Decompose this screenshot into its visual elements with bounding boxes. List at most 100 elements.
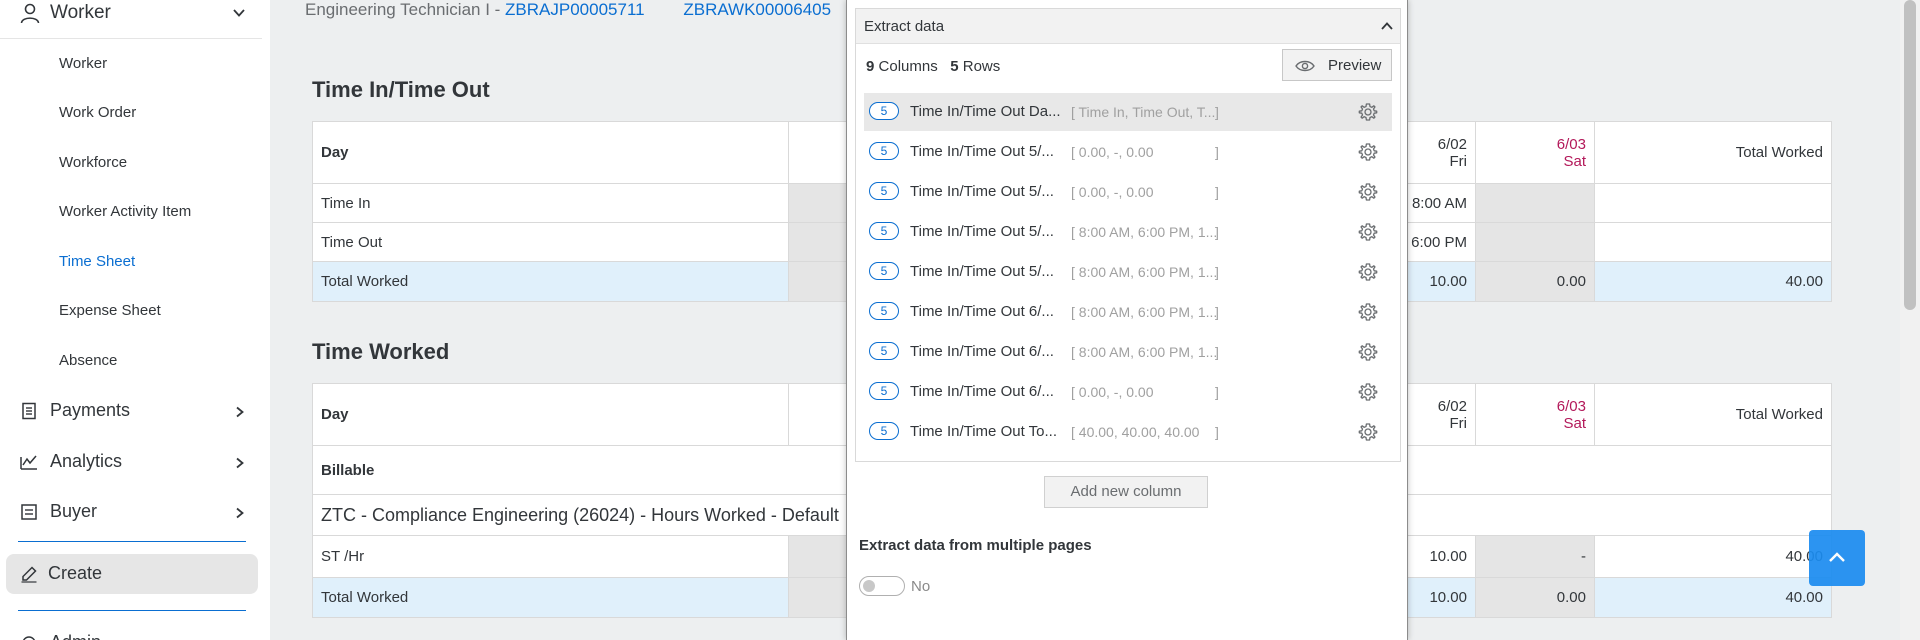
column-row-counts: 9 Columns 5 Rows	[866, 58, 1000, 75]
extract-column-row[interactable]: 5 Time In/Time Out 5/... [ 8:00 AM, 6:00 P…	[864, 213, 1392, 251]
gear-icon[interactable]	[1358, 222, 1378, 242]
column-name: Time In/Time Out 5/...	[910, 263, 1054, 280]
column-count-badge: 5	[869, 342, 899, 360]
column-values: [ Time In, Time Out, T...	[1071, 104, 1216, 120]
extract-column-row[interactable]: 5 Time In/Time Out 5/... [ 0.00, -, 0.00]	[864, 133, 1392, 171]
extract-column-row[interactable]: 5 Time In/Time Out 5/... [ 0.00, -, 0.00]	[864, 173, 1392, 211]
row-label: Time Out	[312, 222, 789, 262]
header-day: Day	[312, 383, 789, 446]
row-label: Total Worked	[312, 261, 789, 302]
chevron-up-icon	[1829, 552, 1845, 562]
extract-data-panel: Extract data 9 Columns 5 Rows Preview 5T…	[846, 0, 1408, 640]
chevron-right-icon[interactable]	[234, 457, 246, 469]
column-values-close: ]	[1215, 224, 1219, 240]
column-values: [ 8:00 AM, 6:00 PM, 1...	[1071, 224, 1218, 240]
gear-icon[interactable]	[1358, 382, 1378, 402]
job-posting-link[interactable]: ZBRAJP00005711	[505, 0, 645, 19]
buyer-icon	[21, 504, 37, 520]
add-new-column-button[interactable]: Add new column	[1044, 476, 1208, 508]
extract-column-row[interactable]: 5 Time In/Time Out 6/... [ 0.00, -, 0.00]	[864, 373, 1392, 411]
work-order-link[interactable]: ZBRAWK00006405	[683, 0, 831, 19]
chevron-up-icon[interactable]	[1380, 20, 1394, 32]
sidebar-group-payments[interactable]: Payments	[0, 390, 262, 434]
column-values: [ 0.00, -, 0.00	[1071, 184, 1154, 200]
sidebar-item-label: Worker	[59, 55, 108, 72]
table-cell: 0.00	[1475, 261, 1595, 302]
table-cell: 40.00	[1594, 535, 1832, 578]
header-total: Total Worked	[1594, 121, 1832, 184]
columns-count: 9	[866, 58, 875, 75]
gear-icon[interactable]	[1358, 342, 1378, 362]
gear-icon[interactable]	[1358, 302, 1378, 322]
sidebar: Worker Worker Work Order Workforce Worke…	[0, 0, 263, 640]
column-name: Time In/Time Out 5/...	[910, 223, 1054, 240]
sidebar-group-label: Admin	[50, 632, 101, 640]
gear-icon[interactable]	[1358, 262, 1378, 282]
sidebar-group-admin[interactable]: Admin	[0, 622, 262, 640]
preview-button[interactable]: Preview	[1282, 49, 1392, 81]
divider	[18, 610, 246, 611]
chevron-down-icon[interactable]	[232, 6, 246, 20]
extract-column-row[interactable]: 5 Time In/Time Out 6/... [ 8:00 AM, 6:00 P…	[864, 333, 1392, 371]
row-label: ST /Hr	[312, 535, 789, 578]
column-name: Time In/Time Out Da...	[910, 103, 1061, 120]
sidebar-group-label: Payments	[50, 400, 131, 420]
create-label: Create	[48, 563, 103, 583]
sidebar-item-label: Worker Activity Item	[59, 203, 192, 220]
chevron-right-icon[interactable]	[234, 406, 246, 418]
column-values-close: ]	[1215, 304, 1219, 320]
sidebar-item-label: Expense Sheet	[59, 302, 161, 319]
scroll-to-top-button[interactable]	[1809, 530, 1865, 586]
table-cell: -	[1475, 535, 1595, 578]
header-6-03: 6/03 Sat	[1475, 383, 1595, 446]
sidebar-item-label: Absence	[59, 352, 118, 369]
column-values: [ 8:00 AM, 6:00 PM, 1...	[1071, 264, 1218, 280]
sidebar-item-time-sheet[interactable]: Time Sheet	[0, 240, 262, 284]
sidebar-item-work-order[interactable]: Work Order	[0, 91, 262, 135]
column-count-badge: 5	[869, 422, 899, 440]
column-values-close: ]	[1215, 144, 1219, 160]
preview-label: Preview	[1328, 57, 1382, 74]
gear-icon[interactable]	[1358, 422, 1378, 442]
sidebar-item-workforce[interactable]: Workforce	[0, 141, 262, 185]
column-count-badge: 5	[869, 142, 899, 160]
sidebar-group-label: Buyer	[50, 501, 98, 521]
table-cell	[1475, 222, 1595, 262]
gear-icon[interactable]	[1358, 102, 1378, 122]
sidebar-edge	[262, 0, 270, 640]
column-count-badge: 5	[869, 222, 899, 240]
page-scrollbar-thumb[interactable]	[1904, 0, 1916, 310]
eye-icon	[1295, 60, 1315, 72]
row-label: Total Worked	[312, 577, 789, 618]
extract-data-header[interactable]: Extract data	[856, 9, 1400, 44]
sidebar-item-worker-activity-item[interactable]: Worker Activity Item	[0, 190, 262, 234]
sidebar-item-expense-sheet[interactable]: Expense Sheet	[0, 289, 262, 333]
column-count-badge: 5	[869, 382, 899, 400]
sidebar-group-buyer[interactable]: Buyer	[0, 491, 262, 535]
multi-page-toggle[interactable]	[859, 576, 905, 596]
create-button[interactable]: Create	[6, 554, 258, 594]
column-name: Time In/Time Out 6/...	[910, 303, 1054, 320]
chevron-right-icon[interactable]	[234, 507, 246, 519]
extract-column-row[interactable]: 5 Time In/Time Out 5/... [ 8:00 AM, 6:00 P…	[864, 253, 1392, 291]
receipt-icon	[22, 402, 36, 420]
sidebar-item-absence[interactable]: Absence	[0, 339, 262, 383]
column-values: [ 40.00, 40.00, 40.00	[1071, 424, 1200, 440]
sidebar-group-worker[interactable]: Worker	[0, 0, 262, 39]
sidebar-item-worker[interactable]: Worker	[0, 42, 262, 86]
extract-column-row[interactable]: 5 Time In/Time Out 6/... [ 8:00 AM, 6:00 P…	[864, 293, 1392, 331]
sidebar-group-analytics[interactable]: Analytics	[0, 441, 262, 485]
column-values-close: ]	[1215, 264, 1219, 280]
column-values-close: ]	[1215, 384, 1219, 400]
section-title-time-worked: Time Worked	[312, 339, 450, 364]
toggle-knob	[863, 580, 875, 592]
column-values: [ 0.00, -, 0.00	[1071, 144, 1154, 160]
column-count-badge: 5	[869, 302, 899, 320]
gear-icon[interactable]	[1358, 142, 1378, 162]
table-cell	[1594, 183, 1832, 223]
table-cell	[1475, 183, 1595, 223]
extract-column-row[interactable]: 5 Time In/Time Out Da... [ Time In, Time O…	[864, 93, 1392, 131]
gear-icon[interactable]	[1358, 182, 1378, 202]
column-name: Time In/Time Out 5/...	[910, 183, 1054, 200]
extract-column-row[interactable]: 5 Time In/Time Out To... [ 40.00, 40.00, 4…	[864, 413, 1392, 451]
